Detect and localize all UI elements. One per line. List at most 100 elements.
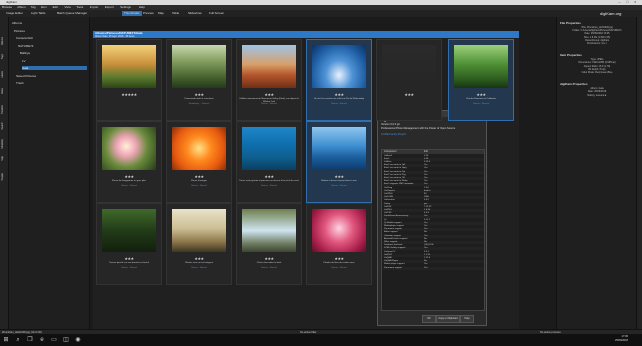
clock-date: 25/09/2018 <box>615 339 628 342</box>
toolbar-image-editor[interactable]: Image Editor <box>6 11 23 16</box>
about-link[interactable]: A KDE Family Project <box>381 133 406 136</box>
album-item-trash[interactable]: Trash <box>16 81 24 85</box>
column-component[interactable]: Component <box>384 150 396 154</box>
toolbar: Image Editor Light Table Batch Queue Manag… <box>0 10 642 17</box>
about-copy-to-clipboard-button[interactable]: Copy to Clipboard <box>436 315 460 323</box>
tab-tags[interactable]: Tags <box>1 54 7 59</box>
toolbar-preview[interactable]: Preview <box>143 11 154 16</box>
toolbar-map[interactable]: Map <box>158 11 164 16</box>
rating-stars[interactable]: ★★★ <box>449 92 513 97</box>
thumbnail-tags: Nature - Natural <box>121 267 137 269</box>
tab-labels[interactable]: Labels <box>1 71 7 78</box>
thumbnail-caption: Fleurs d'oranger <box>191 180 207 182</box>
thumbnail-image[interactable] <box>382 45 436 88</box>
taskbar: ⊞ ⌕ ❐ e ▭ ◫ ◉ 17:06 25/09/2018 <box>0 334 642 346</box>
rating-stars[interactable]: ★★★ <box>167 256 231 261</box>
thumbnail-item[interactable]: ★★★ Fleurs d'oranger Nature - Natural <box>166 121 232 203</box>
toolbar-slideshow[interactable]: Slideshow <box>188 11 202 16</box>
digikam-properties-header[interactable]: digiKam Properties <box>560 82 588 86</box>
rating-stars[interactable]: ★★★ <box>237 174 301 179</box>
tab-search[interactable]: Search <box>1 122 7 130</box>
about-help-button[interactable]: Help <box>460 315 474 323</box>
rating-stars[interactable]: ★★★ <box>237 256 301 261</box>
toolbar-full-screen[interactable]: Full Screen <box>209 11 224 16</box>
thumbnail-item[interactable]: ★★★ Baleine à bosse fonçant dans la mer Na… <box>306 121 372 203</box>
thumbnail-image[interactable] <box>102 127 156 170</box>
rating-stars[interactable]: ★★★ <box>167 92 231 97</box>
album-item-saved-pictures[interactable]: Saved Pictures <box>16 74 36 78</box>
thumbnail-image[interactable] <box>102 209 156 252</box>
store-icon[interactable]: ◫ <box>62 336 70 344</box>
start-icon[interactable]: ⊞ <box>2 336 10 344</box>
thumbnail-caption: Tortue verte géante et poissons au dessu… <box>239 180 299 182</box>
thumbnail-tags: Nature - Natural <box>261 185 277 187</box>
rating-stars[interactable]: ★★★ <box>307 92 371 97</box>
rating-stars[interactable]: ★★★ <box>97 256 161 261</box>
tab-timeline[interactable]: Timeline <box>1 105 7 114</box>
thumbnail-tags: Nature - Natural <box>191 267 207 269</box>
thumbnail-tags: Nature - Natural <box>261 267 277 269</box>
item-properties-header[interactable]: Item Properties <box>560 53 582 57</box>
thumbnail-caption: Un récif au coucher du soleil sur l'île … <box>313 98 365 100</box>
folder-icon[interactable]: ▭ <box>50 336 58 344</box>
toolbar-light-table[interactable]: Light Table <box>31 11 45 16</box>
column-info[interactable]: Info <box>424 150 428 154</box>
rating-stars[interactable]: ★★★ <box>237 92 301 97</box>
edge-icon[interactable]: e <box>38 336 46 344</box>
toolbar-table[interactable]: Table <box>172 11 179 16</box>
thumbnail-item[interactable]: ★★★ Pétales de fleur de couleur rose Natur… <box>306 203 372 285</box>
thumbnail-image[interactable] <box>172 127 226 170</box>
thumbnail-item[interactable]: ★★★ Chute d'eau dans la forêt Nature - Nat… <box>236 203 302 285</box>
thumbnail-item[interactable]: ★★★ Plantes sous un ciel orageux Nature - … <box>166 203 232 285</box>
thumbnail-image[interactable] <box>102 45 156 88</box>
album-item-babbye[interactable]: Babbye <box>20 51 30 55</box>
rating-stars[interactable]: ★★★★★ <box>97 92 161 97</box>
thumbnail-item[interactable]: ★★★ Un récif au coucher du soleil sur l'î… <box>306 39 372 121</box>
thumbnail-image[interactable] <box>312 45 366 88</box>
thumbnail-item[interactable]: ★★★ Célèbre monument de Monument Valley (… <box>236 39 302 121</box>
thumbnail-caption: Promenade dans le sous-bois <box>184 98 214 100</box>
thumbnail-image[interactable] <box>242 209 296 252</box>
tab-albums[interactable]: Albums <box>1 37 7 45</box>
tab-map[interactable]: Map <box>1 156 7 161</box>
thumbnail-item[interactable]: ★★★ Promenade dans le sous-bois Mandatory … <box>166 39 232 121</box>
thumbnail-image[interactable] <box>312 209 366 252</box>
thumbnail-image[interactable] <box>172 45 226 88</box>
search-icon[interactable]: ⌕ <box>14 336 22 344</box>
album-item-camera-roll[interactable]: Camera Roll <box>16 36 33 40</box>
task-view-icon[interactable]: ❐ <box>26 336 34 344</box>
tab-dates[interactable]: Dates <box>1 88 7 94</box>
thumbnail-item[interactable]: ★★★ <box>376 39 442 121</box>
thumbnail-image[interactable] <box>242 127 296 170</box>
rating-stars[interactable]: ★★★ <box>97 174 161 179</box>
rating-stars[interactable]: ★★★ <box>377 92 441 97</box>
thumbnail-item[interactable]: ★★★★★ <box>96 39 162 121</box>
album-item-albums[interactable]: Albums <box>12 21 22 25</box>
album-item-gala[interactable]: Gala <box>22 66 87 70</box>
file-properties-header[interactable]: File Properties <box>560 21 581 25</box>
rating-stars[interactable]: ★★★ <box>167 174 231 179</box>
thumbnail-item[interactable]: ★★★ Tortue verte géante et poissons au de… <box>236 121 302 203</box>
tab-people[interactable]: People <box>1 173 7 180</box>
tab-similarity[interactable]: Similarity <box>1 139 7 149</box>
thumbnail-caption: Chute d'eau dans la forêt <box>256 262 282 264</box>
clock: 17:06 25/09/2018 <box>615 335 628 343</box>
thumbnail-image[interactable] <box>454 45 508 88</box>
about-version: Version 6.0.0 git <box>381 123 400 126</box>
toolbar-batch-queue-manager[interactable]: Batch Queue Manager <box>57 11 87 16</box>
thumbnail-item[interactable]: ★★★ Fleurs de frangipanier au gros plan Na… <box>96 121 162 203</box>
thumbnail-image[interactable] <box>172 209 226 252</box>
thumbnail-item[interactable]: ★★★ Toucan perché sur une branche au brés… <box>96 203 162 285</box>
album-item-nature74[interactable]: NATURE74 <box>18 44 33 48</box>
thumbnail-image[interactable] <box>242 45 296 88</box>
thumbnail-item[interactable]: ★★★ Charles Emerson en Californie Nature -… <box>448 39 514 121</box>
toolbar-thumbnails[interactable]: Thumbnails <box>122 11 142 16</box>
about-ok-button[interactable]: OK <box>422 315 436 323</box>
rating-stars[interactable]: ★★★ <box>307 256 371 261</box>
thumbnail-image[interactable] <box>312 127 366 170</box>
digikam-taskbar-icon[interactable]: ◉ <box>74 336 82 344</box>
rating-stars[interactable]: ★★★ <box>307 174 371 179</box>
album-item-pictures[interactable]: Pictures <box>14 29 25 33</box>
album-item-lv[interactable]: LV <box>22 59 25 63</box>
thumbnail-caption: Baleine à bosse fonçant dans la mer <box>321 180 357 182</box>
